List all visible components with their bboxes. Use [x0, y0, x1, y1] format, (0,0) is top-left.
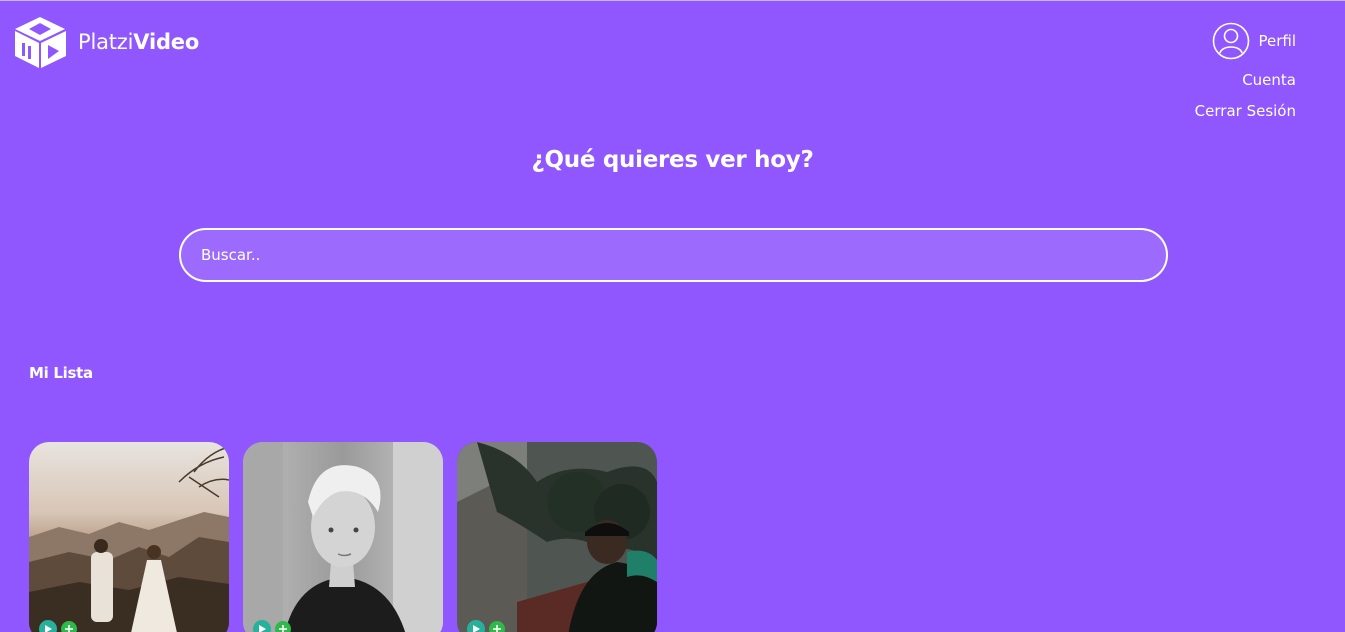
carousel-item[interactable] — [457, 442, 657, 632]
platzi-video-logo[interactable]: PlatziVideo — [13, 15, 199, 69]
carousel-mi-lista — [29, 442, 657, 632]
play-icon[interactable] — [39, 620, 57, 632]
blond-young-man-bw-photo — [243, 442, 443, 632]
plus-icon[interactable] — [489, 621, 505, 632]
profile-menu: Perfil Cuenta Cerrar Sesión — [1195, 22, 1296, 120]
page-title: ¿Qué quieres ver hoy? — [531, 147, 814, 173]
couple-in-mountains-photo — [29, 442, 229, 632]
plus-icon[interactable] — [61, 621, 77, 632]
play-icon[interactable] — [253, 620, 271, 632]
logo-wordmark: PlatziVideo — [78, 30, 199, 54]
logo-text-light: Platzi — [78, 30, 134, 54]
user-avatar-icon — [1213, 22, 1250, 60]
profile-button[interactable]: Perfil — [1195, 22, 1296, 60]
man-under-tree-photo — [457, 442, 657, 632]
app-root: PlatziVideo Perfil Cuenta Cerrar Sesión … — [0, 0, 1345, 632]
card-actions — [253, 620, 291, 632]
plus-icon[interactable] — [275, 621, 291, 632]
section-title-mi-lista: Mi Lista — [29, 364, 93, 382]
card-actions — [39, 620, 77, 632]
card-actions — [467, 620, 505, 632]
profile-label: Perfil — [1258, 32, 1296, 50]
menu-item-cuenta[interactable]: Cuenta — [1195, 71, 1296, 89]
search-input[interactable] — [179, 228, 1168, 282]
platzi-cube-logo-icon — [15, 17, 66, 68]
carousel-item[interactable] — [29, 442, 229, 632]
carousel-item[interactable] — [243, 442, 443, 632]
menu-item-cerrar-sesion[interactable]: Cerrar Sesión — [1195, 102, 1296, 120]
play-icon[interactable] — [467, 620, 485, 632]
logo-text-bold: Video — [133, 30, 200, 54]
